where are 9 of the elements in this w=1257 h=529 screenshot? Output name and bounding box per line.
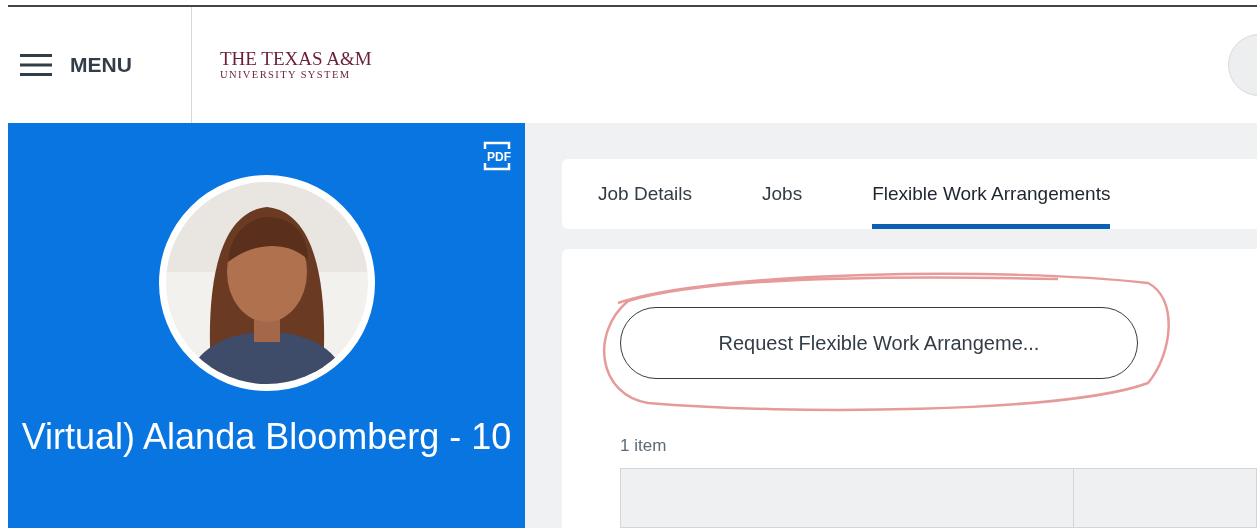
- tab[interactable]: Flexible Work Arrangements: [872, 159, 1111, 229]
- item-count: 1 item: [620, 434, 668, 457]
- logo[interactable]: THE TEXAS A&M UNIVERSITY SYSTEM: [220, 49, 372, 81]
- tab[interactable]: Jobs: [762, 159, 803, 229]
- tab[interactable]: Job Details: [598, 159, 692, 229]
- request-button[interactable]: Request Flexible Work Arrangeme...: [620, 306, 1138, 379]
- worker-name: Virtual) Alanda Bloomberg - 10: [20, 415, 513, 459]
- menu-button[interactable]: MENU: [20, 49, 132, 81]
- menu-icon: [20, 54, 52, 76]
